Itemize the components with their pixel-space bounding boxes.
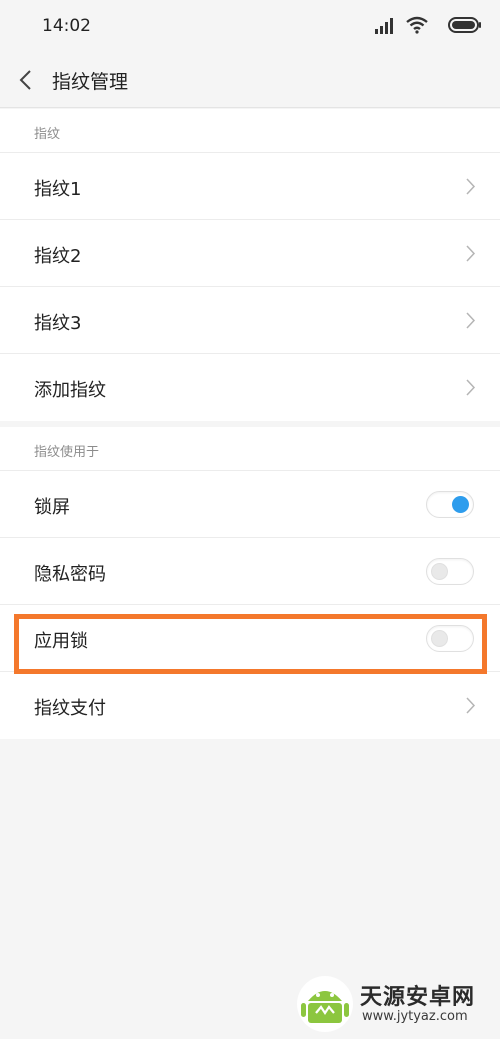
page-title: 指纹管理 [52,71,129,93]
signal-icon [375,18,393,34]
usage-section: 指纹使用于 锁屏 隐私密码 应用锁 指纹支付 [0,427,500,739]
app-lock-toggle[interactable] [426,625,474,652]
section-header-usage: 指纹使用于 [0,427,500,471]
chevron-right-icon [466,178,476,195]
watermark: 天源安卓网 www.jytyaz.com [296,975,492,1033]
row-label: 指纹支付 [34,698,106,719]
status-bar: 14:02 [0,0,500,54]
back-icon[interactable] [14,67,38,93]
toggle-knob [452,496,469,513]
fingerprint-payment-row[interactable]: 指纹支付 [0,672,500,739]
android-logo-icon [297,976,353,1032]
toggle-knob [431,563,448,580]
chevron-right-icon [466,245,476,262]
chevron-right-icon [466,379,476,396]
add-fingerprint-row[interactable]: 添加指纹 [0,354,500,421]
app-header: 指纹管理 [0,54,500,108]
row-label: 锁屏 [34,497,70,518]
status-time: 14:02 [42,16,91,36]
watermark-title: 天源安卓网 [360,985,476,1010]
fingerprint-1-row[interactable]: 指纹1 [0,153,500,220]
row-label: 指纹2 [34,246,82,267]
privacy-password-row[interactable]: 隐私密码 [0,538,500,605]
lock-screen-row[interactable]: 锁屏 [0,471,500,538]
row-label: 指纹3 [34,313,82,334]
section-header-fingerprints: 指纹 [0,109,500,153]
fingerprints-section: 指纹 指纹1 指纹2 指纹3 添加指纹 [0,109,500,421]
battery-icon [448,17,481,33]
app-lock-row[interactable]: 应用锁 [0,605,500,672]
row-label: 添加指纹 [34,380,106,401]
watermark-url: www.jytyaz.com [362,1009,468,1024]
fingerprint-3-row[interactable]: 指纹3 [0,287,500,354]
lock-screen-toggle[interactable] [426,491,474,518]
chevron-right-icon [466,697,476,714]
wifi-icon [406,16,428,34]
chevron-right-icon [466,312,476,329]
toggle-knob [431,630,448,647]
fingerprint-2-row[interactable]: 指纹2 [0,220,500,287]
row-label: 隐私密码 [34,564,106,585]
privacy-password-toggle[interactable] [426,558,474,585]
status-icons [362,15,482,37]
row-label: 指纹1 [34,179,82,200]
row-label: 应用锁 [34,631,88,652]
